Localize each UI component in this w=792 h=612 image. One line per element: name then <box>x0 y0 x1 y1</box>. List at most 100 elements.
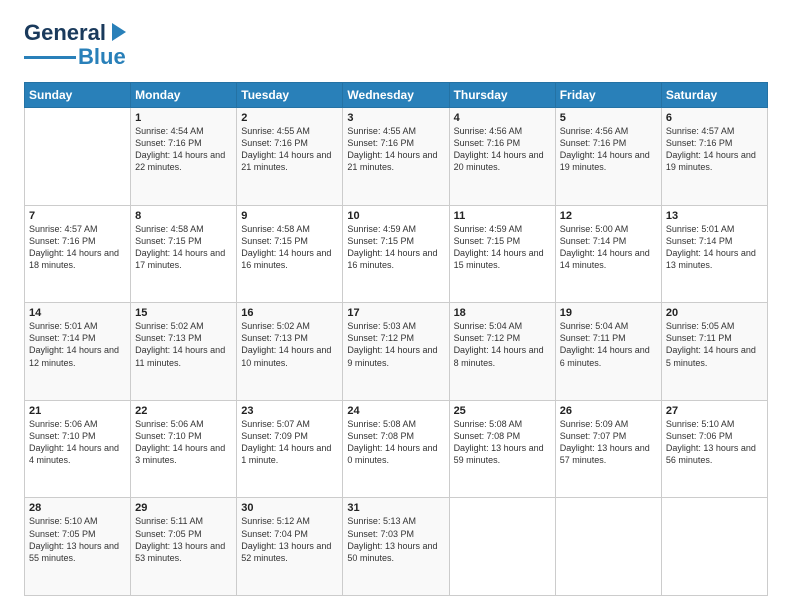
calendar-cell <box>555 498 661 596</box>
day-number: 23 <box>241 405 338 417</box>
calendar-cell: 23Sunrise: 5:07 AMSunset: 7:09 PMDayligh… <box>237 400 343 498</box>
calendar-cell: 21Sunrise: 5:06 AMSunset: 7:10 PMDayligh… <box>25 400 131 498</box>
calendar-cell: 29Sunrise: 5:11 AMSunset: 7:05 PMDayligh… <box>131 498 237 596</box>
calendar-cell: 31Sunrise: 5:13 AMSunset: 7:03 PMDayligh… <box>343 498 449 596</box>
calendar-cell <box>661 498 767 596</box>
week-row-5: 28Sunrise: 5:10 AMSunset: 7:05 PMDayligh… <box>25 498 768 596</box>
cell-info: Sunrise: 4:56 AMSunset: 7:16 PMDaylight:… <box>560 125 657 174</box>
day-number: 17 <box>347 307 444 319</box>
calendar-table: SundayMondayTuesdayWednesdayThursdayFrid… <box>24 82 768 596</box>
calendar-cell: 5Sunrise: 4:56 AMSunset: 7:16 PMDaylight… <box>555 108 661 206</box>
week-row-4: 21Sunrise: 5:06 AMSunset: 7:10 PMDayligh… <box>25 400 768 498</box>
cell-info: Sunrise: 5:10 AMSunset: 7:05 PMDaylight:… <box>29 515 126 564</box>
day-number: 3 <box>347 112 444 124</box>
day-number: 13 <box>666 210 763 222</box>
logo-blue: Blue <box>78 44 126 70</box>
day-number: 24 <box>347 405 444 417</box>
cell-info: Sunrise: 5:12 AMSunset: 7:04 PMDaylight:… <box>241 515 338 564</box>
calendar-cell: 19Sunrise: 5:04 AMSunset: 7:11 PMDayligh… <box>555 303 661 401</box>
cell-info: Sunrise: 4:59 AMSunset: 7:15 PMDaylight:… <box>454 223 551 272</box>
day-header-wednesday: Wednesday <box>343 83 449 108</box>
cell-info: Sunrise: 4:59 AMSunset: 7:15 PMDaylight:… <box>347 223 444 272</box>
cell-info: Sunrise: 5:04 AMSunset: 7:12 PMDaylight:… <box>454 320 551 369</box>
cell-info: Sunrise: 5:05 AMSunset: 7:11 PMDaylight:… <box>666 320 763 369</box>
calendar-cell: 1Sunrise: 4:54 AMSunset: 7:16 PMDaylight… <box>131 108 237 206</box>
day-number: 15 <box>135 307 232 319</box>
day-number: 10 <box>347 210 444 222</box>
day-header-tuesday: Tuesday <box>237 83 343 108</box>
cell-info: Sunrise: 4:54 AMSunset: 7:16 PMDaylight:… <box>135 125 232 174</box>
calendar-cell: 25Sunrise: 5:08 AMSunset: 7:08 PMDayligh… <box>449 400 555 498</box>
calendar-cell: 15Sunrise: 5:02 AMSunset: 7:13 PMDayligh… <box>131 303 237 401</box>
week-row-1: 1Sunrise: 4:54 AMSunset: 7:16 PMDaylight… <box>25 108 768 206</box>
day-number: 4 <box>454 112 551 124</box>
calendar-cell: 18Sunrise: 5:04 AMSunset: 7:12 PMDayligh… <box>449 303 555 401</box>
day-number: 26 <box>560 405 657 417</box>
day-header-friday: Friday <box>555 83 661 108</box>
header: General Blue <box>24 20 768 70</box>
day-number: 20 <box>666 307 763 319</box>
day-number: 28 <box>29 502 126 514</box>
day-number: 29 <box>135 502 232 514</box>
logo-underline <box>24 56 76 59</box>
calendar-cell: 20Sunrise: 5:05 AMSunset: 7:11 PMDayligh… <box>661 303 767 401</box>
calendar-cell: 27Sunrise: 5:10 AMSunset: 7:06 PMDayligh… <box>661 400 767 498</box>
cell-info: Sunrise: 5:08 AMSunset: 7:08 PMDaylight:… <box>454 418 551 467</box>
day-number: 6 <box>666 112 763 124</box>
cell-info: Sunrise: 4:56 AMSunset: 7:16 PMDaylight:… <box>454 125 551 174</box>
cell-info: Sunrise: 5:04 AMSunset: 7:11 PMDaylight:… <box>560 320 657 369</box>
cell-info: Sunrise: 5:11 AMSunset: 7:05 PMDaylight:… <box>135 515 232 564</box>
day-header-thursday: Thursday <box>449 83 555 108</box>
day-number: 14 <box>29 307 126 319</box>
day-number: 31 <box>347 502 444 514</box>
day-header-row: SundayMondayTuesdayWednesdayThursdayFrid… <box>25 83 768 108</box>
cell-info: Sunrise: 5:02 AMSunset: 7:13 PMDaylight:… <box>241 320 338 369</box>
calendar-cell: 26Sunrise: 5:09 AMSunset: 7:07 PMDayligh… <box>555 400 661 498</box>
logo-general: General <box>24 20 106 46</box>
day-number: 12 <box>560 210 657 222</box>
logo-arrow-icon <box>108 23 130 43</box>
calendar-cell: 14Sunrise: 5:01 AMSunset: 7:14 PMDayligh… <box>25 303 131 401</box>
logo: General Blue <box>24 20 130 70</box>
cell-info: Sunrise: 4:58 AMSunset: 7:15 PMDaylight:… <box>135 223 232 272</box>
day-number: 25 <box>454 405 551 417</box>
calendar-cell: 10Sunrise: 4:59 AMSunset: 7:15 PMDayligh… <box>343 205 449 303</box>
calendar-cell <box>449 498 555 596</box>
cell-info: Sunrise: 5:00 AMSunset: 7:14 PMDaylight:… <box>560 223 657 272</box>
calendar-cell: 6Sunrise: 4:57 AMSunset: 7:16 PMDaylight… <box>661 108 767 206</box>
cell-info: Sunrise: 5:06 AMSunset: 7:10 PMDaylight:… <box>135 418 232 467</box>
cell-info: Sunrise: 5:09 AMSunset: 7:07 PMDaylight:… <box>560 418 657 467</box>
calendar-cell <box>25 108 131 206</box>
cell-info: Sunrise: 5:08 AMSunset: 7:08 PMDaylight:… <box>347 418 444 467</box>
calendar-cell: 2Sunrise: 4:55 AMSunset: 7:16 PMDaylight… <box>237 108 343 206</box>
day-number: 22 <box>135 405 232 417</box>
day-header-saturday: Saturday <box>661 83 767 108</box>
calendar-cell: 16Sunrise: 5:02 AMSunset: 7:13 PMDayligh… <box>237 303 343 401</box>
calendar-cell: 7Sunrise: 4:57 AMSunset: 7:16 PMDaylight… <box>25 205 131 303</box>
day-number: 30 <box>241 502 338 514</box>
day-number: 16 <box>241 307 338 319</box>
day-number: 5 <box>560 112 657 124</box>
calendar-cell: 12Sunrise: 5:00 AMSunset: 7:14 PMDayligh… <box>555 205 661 303</box>
day-number: 8 <box>135 210 232 222</box>
day-number: 19 <box>560 307 657 319</box>
week-row-2: 7Sunrise: 4:57 AMSunset: 7:16 PMDaylight… <box>25 205 768 303</box>
calendar-cell: 13Sunrise: 5:01 AMSunset: 7:14 PMDayligh… <box>661 205 767 303</box>
day-number: 11 <box>454 210 551 222</box>
page: General Blue SundayMondayTuesdayWednesda… <box>0 0 792 612</box>
calendar-cell: 30Sunrise: 5:12 AMSunset: 7:04 PMDayligh… <box>237 498 343 596</box>
cell-info: Sunrise: 4:58 AMSunset: 7:15 PMDaylight:… <box>241 223 338 272</box>
calendar-cell: 3Sunrise: 4:55 AMSunset: 7:16 PMDaylight… <box>343 108 449 206</box>
cell-info: Sunrise: 4:57 AMSunset: 7:16 PMDaylight:… <box>666 125 763 174</box>
week-row-3: 14Sunrise: 5:01 AMSunset: 7:14 PMDayligh… <box>25 303 768 401</box>
day-number: 18 <box>454 307 551 319</box>
day-header-sunday: Sunday <box>25 83 131 108</box>
calendar-cell: 4Sunrise: 4:56 AMSunset: 7:16 PMDaylight… <box>449 108 555 206</box>
day-number: 9 <box>241 210 338 222</box>
calendar-cell: 17Sunrise: 5:03 AMSunset: 7:12 PMDayligh… <box>343 303 449 401</box>
calendar-cell: 28Sunrise: 5:10 AMSunset: 7:05 PMDayligh… <box>25 498 131 596</box>
cell-info: Sunrise: 4:55 AMSunset: 7:16 PMDaylight:… <box>241 125 338 174</box>
cell-info: Sunrise: 5:07 AMSunset: 7:09 PMDaylight:… <box>241 418 338 467</box>
day-header-monday: Monday <box>131 83 237 108</box>
cell-info: Sunrise: 5:01 AMSunset: 7:14 PMDaylight:… <box>666 223 763 272</box>
